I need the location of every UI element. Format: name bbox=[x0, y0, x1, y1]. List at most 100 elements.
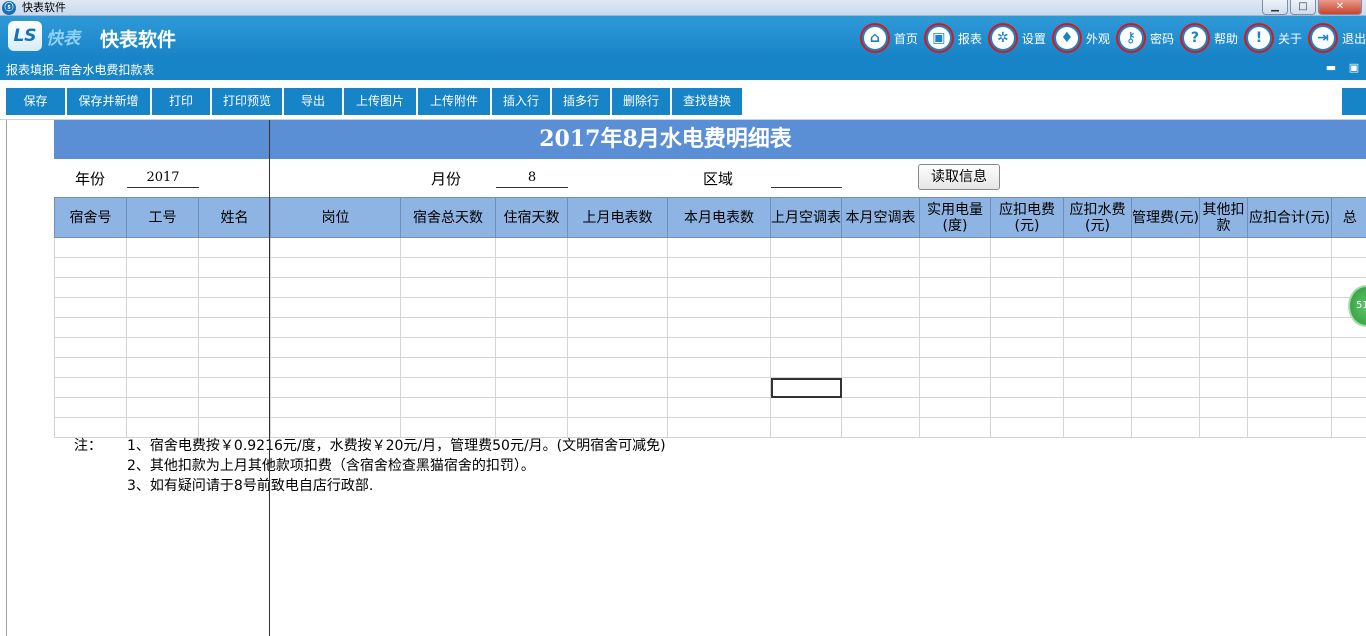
table-cell[interactable] bbox=[1063, 357, 1132, 378]
table-cell[interactable] bbox=[400, 357, 496, 378]
table-cell[interactable] bbox=[270, 377, 401, 398]
table-cell[interactable] bbox=[270, 297, 401, 318]
table-cell[interactable] bbox=[1331, 257, 1366, 278]
table-cell[interactable] bbox=[270, 357, 401, 378]
help-icon[interactable]: ? bbox=[1179, 23, 1210, 53]
minimize-button[interactable]: ▁ bbox=[1262, 0, 1288, 15]
table-cell[interactable] bbox=[1331, 237, 1366, 258]
table-cell[interactable] bbox=[667, 377, 771, 398]
table-cell[interactable] bbox=[770, 277, 842, 298]
table-cell[interactable] bbox=[1199, 377, 1248, 398]
table-cell[interactable] bbox=[1063, 317, 1132, 338]
table-cell[interactable] bbox=[919, 397, 991, 418]
table-cell[interactable] bbox=[567, 417, 668, 438]
table-cell[interactable] bbox=[667, 277, 771, 298]
table-cell[interactable] bbox=[126, 397, 199, 418]
table-cell[interactable] bbox=[126, 237, 199, 258]
table-cell[interactable] bbox=[126, 337, 199, 358]
table-cell[interactable] bbox=[667, 237, 771, 258]
table-cell[interactable] bbox=[270, 257, 401, 278]
table-cell[interactable] bbox=[495, 377, 568, 398]
table-cell[interactable] bbox=[770, 337, 842, 358]
table-cell[interactable] bbox=[770, 257, 842, 278]
toolbar-button-3[interactable]: 打印预览 bbox=[212, 88, 282, 115]
table-cell[interactable] bbox=[1199, 417, 1248, 438]
table-cell[interactable] bbox=[1131, 297, 1200, 318]
table-cell[interactable] bbox=[1063, 297, 1132, 318]
toolbar-button-9[interactable]: 删除行 bbox=[612, 88, 670, 115]
table-cell[interactable] bbox=[667, 397, 771, 418]
table-cell[interactable] bbox=[198, 377, 271, 398]
table-cell[interactable] bbox=[1247, 257, 1332, 278]
table-cell[interactable] bbox=[400, 277, 496, 298]
table-cell[interactable] bbox=[400, 297, 496, 318]
table-cell[interactable] bbox=[567, 317, 668, 338]
table-cell[interactable] bbox=[1063, 377, 1132, 398]
table-cell[interactable] bbox=[495, 337, 568, 358]
nav-item-3[interactable]: ♦ 外观 bbox=[1051, 23, 1110, 53]
table-cell[interactable] bbox=[54, 397, 127, 418]
table-cell[interactable] bbox=[495, 417, 568, 438]
table-cell[interactable] bbox=[567, 357, 668, 378]
table-cell[interactable] bbox=[919, 277, 991, 298]
shirt-icon[interactable]: ♦ bbox=[1051, 23, 1082, 53]
table-cell[interactable] bbox=[919, 257, 991, 278]
table-cell[interactable] bbox=[919, 337, 991, 358]
toolbar-button-1[interactable]: 保存并新增 bbox=[67, 88, 150, 115]
region-field[interactable] bbox=[771, 170, 842, 188]
table-cell[interactable] bbox=[126, 377, 199, 398]
table-cell[interactable] bbox=[1247, 417, 1332, 438]
table-cell[interactable] bbox=[1131, 317, 1200, 338]
table-cell[interactable] bbox=[990, 317, 1064, 338]
table-cell[interactable] bbox=[770, 317, 842, 338]
table-cell[interactable] bbox=[54, 357, 127, 378]
table-cell[interactable] bbox=[198, 417, 271, 438]
table-cell[interactable] bbox=[770, 237, 842, 258]
panel-minimize-icon[interactable]: ▬ bbox=[1325, 62, 1337, 74]
table-cell[interactable] bbox=[919, 357, 991, 378]
table-cell[interactable] bbox=[841, 237, 920, 258]
table-cell[interactable] bbox=[1131, 417, 1200, 438]
table-cell[interactable] bbox=[1247, 237, 1332, 258]
table-cell[interactable] bbox=[770, 377, 842, 398]
table-cell[interactable] bbox=[1199, 297, 1248, 318]
table-cell[interactable] bbox=[667, 337, 771, 358]
nav-item-0[interactable]: ⌂ 首页 bbox=[859, 23, 918, 53]
table-cell[interactable] bbox=[495, 317, 568, 338]
table-cell[interactable] bbox=[126, 257, 199, 278]
nav-item-2[interactable]: ✲ 设置 bbox=[987, 23, 1046, 53]
table-cell[interactable] bbox=[841, 337, 920, 358]
table-cell[interactable] bbox=[1247, 297, 1332, 318]
month-field[interactable]: 8 bbox=[496, 170, 568, 188]
table-cell[interactable] bbox=[270, 237, 401, 258]
table-cell[interactable] bbox=[667, 357, 771, 378]
table-cell[interactable] bbox=[990, 357, 1064, 378]
table-cell[interactable] bbox=[1199, 257, 1248, 278]
table-cell[interactable] bbox=[54, 297, 127, 318]
table-cell[interactable] bbox=[919, 317, 991, 338]
table-cell[interactable] bbox=[770, 417, 842, 438]
table-cell[interactable] bbox=[495, 237, 568, 258]
table-cell[interactable] bbox=[270, 277, 401, 298]
table-cell[interactable] bbox=[1331, 417, 1366, 438]
table-cell[interactable] bbox=[198, 397, 271, 418]
table-cell[interactable] bbox=[770, 397, 842, 418]
table-cell[interactable] bbox=[990, 417, 1064, 438]
toolbar-button-7[interactable]: 插入行 bbox=[492, 88, 550, 115]
maximize-button[interactable]: □ bbox=[1290, 0, 1316, 15]
table-cell[interactable] bbox=[495, 357, 568, 378]
nav-item-6[interactable]: ! 关于 bbox=[1243, 23, 1302, 53]
table-cell[interactable] bbox=[198, 297, 271, 318]
table-cell[interactable] bbox=[1131, 257, 1200, 278]
toolbar-overflow-button[interactable] bbox=[1342, 88, 1366, 115]
table-cell[interactable] bbox=[126, 417, 199, 438]
table-cell[interactable] bbox=[841, 357, 920, 378]
gear-icon[interactable]: ✲ bbox=[987, 23, 1018, 53]
exit-icon[interactable]: ⇥ bbox=[1307, 23, 1338, 53]
close-button[interactable]: ✕ bbox=[1318, 0, 1362, 15]
table-cell[interactable] bbox=[54, 237, 127, 258]
table-cell[interactable] bbox=[567, 397, 668, 418]
table-cell[interactable] bbox=[841, 277, 920, 298]
table-cell[interactable] bbox=[567, 237, 668, 258]
table-cell[interactable] bbox=[990, 257, 1064, 278]
